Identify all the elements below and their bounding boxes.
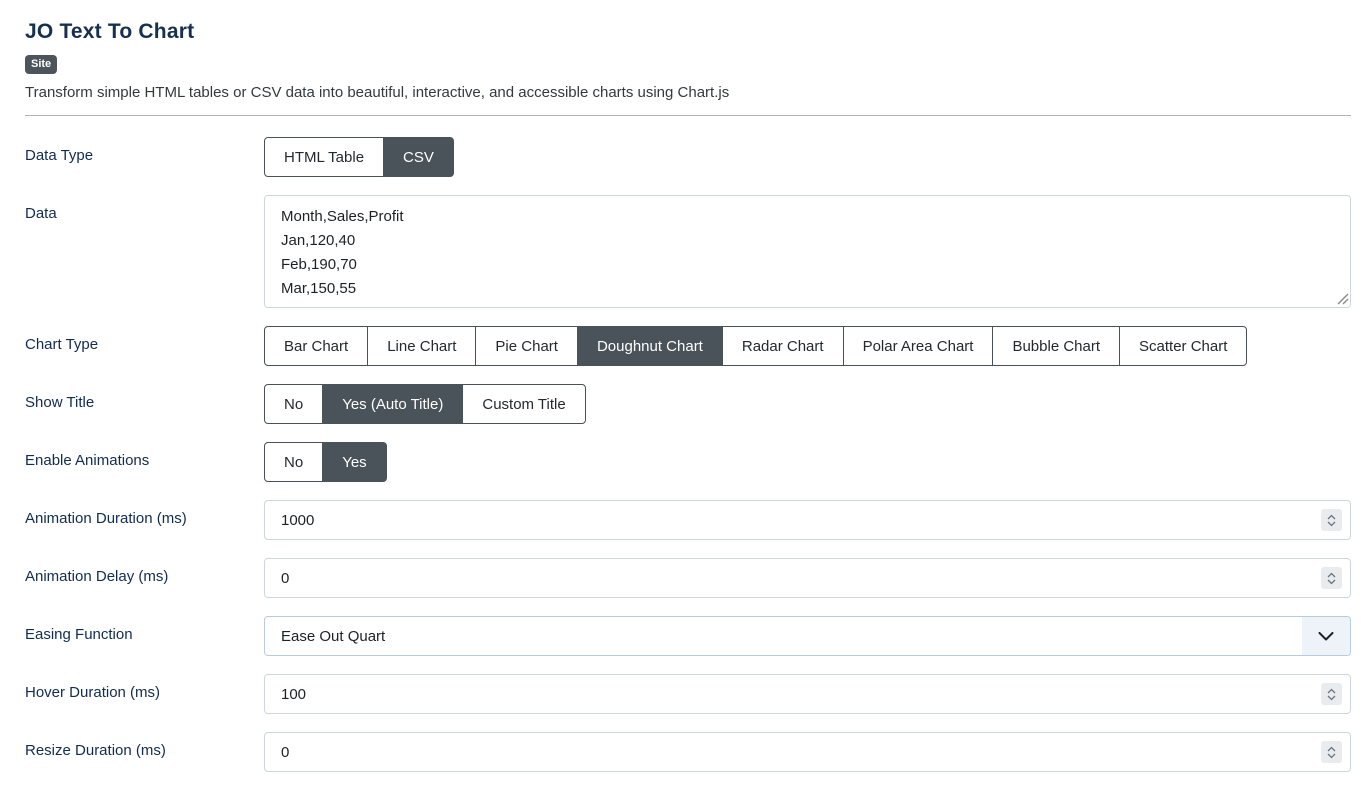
page-description: Transform simple HTML tables or CSV data… [25,84,1351,101]
field-row-chart-type: Chart Type Bar Chart Line Chart Pie Char… [25,326,1351,366]
show-title-option-yes-auto[interactable]: Yes (Auto Title) [322,384,463,424]
show-title-label: Show Title [25,384,264,424]
animation-delay-input[interactable] [264,558,1351,598]
data-type-label: Data Type [25,137,264,177]
enable-animations-option-no[interactable]: No [264,442,323,482]
number-stepper[interactable] [1321,741,1342,763]
animation-duration-input[interactable] [264,500,1351,540]
number-stepper[interactable] [1321,509,1342,531]
chart-type-option-doughnut[interactable]: Doughnut Chart [577,326,723,366]
animation-delay-label: Animation Delay (ms) [25,558,264,598]
chart-type-option-polar-area[interactable]: Polar Area Chart [843,326,994,366]
data-label: Data [25,195,264,308]
field-row-resize-duration: Resize Duration (ms) [25,732,1351,772]
show-title-option-no[interactable]: No [264,384,323,424]
chevron-up-icon [1327,746,1336,752]
chevron-up-icon [1327,572,1336,578]
chart-type-option-pie[interactable]: Pie Chart [475,326,578,366]
data-textarea-wrap: Month,Sales,Profit Jan,120,40 Feb,190,70… [264,195,1351,308]
chart-type-label: Chart Type [25,326,264,366]
chevron-up-icon [1327,514,1336,520]
animation-duration-label: Animation Duration (ms) [25,500,264,540]
site-badge: Site [25,55,57,74]
easing-function-select[interactable]: Ease Out Quart [264,616,1351,656]
data-type-option-html-table[interactable]: HTML Table [264,137,384,177]
select-arrow-button[interactable] [1302,617,1350,655]
chart-type-option-radar[interactable]: Radar Chart [722,326,844,366]
field-row-data: Data Month,Sales,Profit Jan,120,40 Feb,1… [25,195,1351,308]
chevron-down-icon [1327,521,1336,527]
chevron-down-icon [1327,579,1336,585]
number-stepper[interactable] [1321,683,1342,705]
chart-type-option-scatter[interactable]: Scatter Chart [1119,326,1247,366]
show-title-option-custom[interactable]: Custom Title [462,384,585,424]
show-title-button-group: No Yes (Auto Title) Custom Title [264,384,586,424]
chart-type-option-bubble[interactable]: Bubble Chart [992,326,1120,366]
data-type-option-csv[interactable]: CSV [383,137,454,177]
field-row-animation-duration: Animation Duration (ms) [25,500,1351,540]
enable-animations-button-group: No Yes [264,442,387,482]
easing-function-label: Easing Function [25,616,264,656]
resize-duration-wrap [264,732,1351,772]
resize-duration-label: Resize Duration (ms) [25,732,264,772]
chevron-down-icon [1327,695,1336,701]
hover-duration-wrap [264,674,1351,714]
chevron-up-icon [1327,688,1336,694]
chart-type-button-group: Bar Chart Line Chart Pie Chart Doughnut … [264,326,1247,366]
resize-duration-input[interactable] [264,732,1351,772]
field-row-show-title: Show Title No Yes (Auto Title) Custom Ti… [25,384,1351,424]
field-row-hover-duration: Hover Duration (ms) [25,674,1351,714]
field-row-enable-animations: Enable Animations No Yes [25,442,1351,482]
data-type-button-group: HTML Table CSV [264,137,454,177]
animation-delay-wrap [264,558,1351,598]
chevron-down-icon [1327,753,1336,759]
number-stepper[interactable] [1321,567,1342,589]
divider [25,115,1351,116]
hover-duration-label: Hover Duration (ms) [25,674,264,714]
enable-animations-option-yes[interactable]: Yes [322,442,386,482]
field-row-animation-delay: Animation Delay (ms) [25,558,1351,598]
data-textarea[interactable]: Month,Sales,Profit Jan,120,40 Feb,190,70… [264,195,1351,308]
settings-page: JO Text To Chart Site Transform simple H… [0,0,1365,772]
chart-type-option-line[interactable]: Line Chart [367,326,476,366]
page-title: JO Text To Chart [25,20,1351,44]
hover-duration-input[interactable] [264,674,1351,714]
chevron-down-icon [1318,632,1334,641]
easing-function-selected-value: Ease Out Quart [281,628,385,645]
field-row-easing-function: Easing Function Ease Out Quart [25,616,1351,656]
chart-type-option-bar[interactable]: Bar Chart [264,326,368,366]
field-row-data-type: Data Type HTML Table CSV [25,137,1351,177]
animation-duration-wrap [264,500,1351,540]
enable-animations-label: Enable Animations [25,442,264,482]
